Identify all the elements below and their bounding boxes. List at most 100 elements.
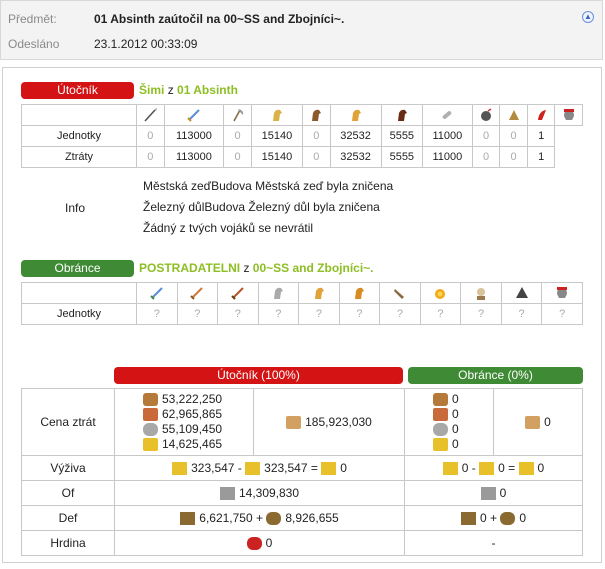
defender-food-value: 0	[537, 460, 545, 475]
unit-count: 11000	[421, 125, 473, 147]
summary-defender-header: Obránce (0%)	[408, 367, 583, 384]
defender-of: 0	[404, 480, 583, 506]
hero-icon	[246, 537, 262, 551]
collapse-icon[interactable]: ▲	[582, 11, 594, 23]
ram-icon	[443, 111, 452, 119]
iron-value: 0	[452, 422, 459, 436]
light-cavalry-icon	[312, 109, 322, 121]
message-header: Předmět: 01 Absinth zaútočil na 00~SS an…	[0, 0, 603, 60]
noble-icon	[538, 110, 547, 120]
attacker-title: Šimi z 01 Absinth	[139, 83, 238, 97]
attacker-hero-value: 0	[265, 535, 273, 550]
crop-upkeep-icon	[442, 462, 458, 476]
wood-amount: 53,222,250	[115, 392, 253, 407]
sword-icon	[190, 287, 204, 300]
iron-amount: 55,109,450	[115, 422, 253, 437]
defender-village-link[interactable]: 00~SS and Zbojníci~.	[253, 261, 374, 275]
cost-row: Cena ztrát 53,222,250 62,965,865 55,109,…	[21, 388, 583, 456]
defender-cost-total: 0	[493, 388, 583, 456]
def-label: Def	[21, 505, 115, 531]
spear-icon	[150, 287, 163, 300]
unit-count: 113000	[163, 125, 225, 147]
defender-resources: 0 0 0 0	[404, 388, 494, 456]
catapult-icon	[481, 108, 492, 121]
cost-label: Cena ztrát	[21, 388, 115, 456]
spear-icon	[144, 108, 158, 122]
defender-title: POSTRADATELNI z 00~SS and Zbojníci~.	[139, 261, 374, 275]
attacker-village-link[interactable]: 01 Absinth	[177, 83, 238, 97]
attacker-def-value: 8,926,655	[285, 510, 339, 525]
attack-icon	[219, 487, 235, 501]
attacker-badge: Útočník	[21, 82, 134, 99]
unit-count: 5555	[380, 125, 423, 147]
defender-units-row: Jednotky ? ? ? ? ? ? ? ? ? ? ?	[21, 303, 583, 325]
unit-loss: 113000	[163, 146, 225, 168]
unit-count: 0	[301, 125, 331, 147]
defender-def: 0 + 0	[404, 505, 583, 531]
attacker-player-link[interactable]: Šimi	[139, 83, 164, 97]
food-row: Výživa 323,547 - 323,547 = 0 0 - 0 = 0	[21, 455, 583, 481]
unit-count: 0	[223, 125, 252, 147]
row-label: Jednotky	[21, 303, 137, 325]
crop-amount: 14,625,465	[115, 437, 253, 452]
scout-icon	[272, 109, 282, 121]
wood-icon	[433, 393, 448, 407]
info-line: Železný důlBudova Železný důl byla zniče…	[143, 200, 380, 214]
defender-food: 0 - 0 = 0	[404, 455, 583, 481]
unit-loss: 11000	[421, 146, 473, 168]
defender-hero: -	[404, 530, 583, 556]
defender-badge: Obránce	[21, 260, 134, 277]
light-cavalry-icon	[314, 287, 324, 299]
attacker-total-value: 185,923,030	[305, 414, 372, 429]
subject-value: 01 Absinth zaútočil na 00~SS and Zbojníc…	[94, 12, 345, 26]
attacker-hero: 0	[114, 530, 405, 556]
summary-attacker-header: Útočník (100%)	[114, 367, 403, 384]
ram-icon	[393, 289, 404, 299]
noble-icon	[515, 287, 528, 298]
def-row: Def 6,621,750 + 8,926,655 0 + 0	[21, 505, 583, 531]
unit-count: ?	[176, 303, 219, 325]
sent-value: 23.1.2012 00:33:09	[94, 37, 198, 51]
sent-label: Odesláno	[8, 37, 60, 51]
scout-icon	[274, 287, 284, 299]
crop-upkeep-icon	[518, 462, 534, 476]
hero-label: Hrdina	[21, 530, 115, 556]
crop-icon	[143, 438, 158, 452]
defender-food-value: 0 =	[498, 460, 519, 475]
clay-icon	[433, 408, 448, 422]
axe-icon	[232, 109, 243, 122]
clay-icon	[143, 408, 158, 422]
catapult-icon	[435, 289, 446, 299]
unit-count: 0	[136, 125, 165, 147]
crop-icon	[433, 438, 448, 452]
defender-player-link[interactable]: POSTRADATELNI	[139, 261, 240, 275]
clay-amount: 62,965,865	[115, 407, 253, 422]
clay-value: 62,965,865	[162, 407, 223, 421]
row-label: Jednotky	[21, 125, 137, 147]
attacker-def-value: 6,621,750 +	[199, 510, 267, 525]
attacker-food: 323,547 - 323,547 = 0	[114, 455, 405, 481]
infantry-defense-icon	[180, 512, 196, 526]
info-line: Městská zeďBudova Městská zeď byla zniče…	[143, 179, 394, 193]
unit-count: 1	[526, 125, 556, 147]
paladin-icon	[477, 288, 486, 300]
wood-value: 53,222,250	[162, 392, 223, 406]
summary-table: Cena ztrát 53,222,250 62,965,865 55,109,…	[21, 388, 583, 556]
crop-upkeep-icon	[321, 462, 337, 476]
of-row: Of 14,309,830 0	[21, 480, 583, 506]
unit-loss: 0	[471, 146, 501, 168]
attacker-cost-total: 185,923,030	[253, 388, 405, 456]
battle-report: Útočník Šimi z 01 Absinth Jednotky 0 113…	[2, 67, 602, 563]
unit-loss: 0	[499, 146, 528, 168]
attacker-food-value: 323,547 =	[264, 460, 322, 475]
unit-count: ?	[541, 303, 583, 325]
paladin-icon	[508, 110, 519, 120]
unit-count: 0	[499, 125, 528, 147]
iron-value: 55,109,450	[162, 422, 223, 436]
cavalry-defense-icon	[266, 512, 282, 526]
unit-count: 0	[471, 125, 501, 147]
defender-z: z	[243, 261, 250, 275]
attacker-of-value: 14,309,830	[238, 485, 300, 500]
attacker-losses-row: Ztráty 0 113000 0 15140 0 32532 5555 110…	[21, 146, 583, 168]
defender-units-table: Jednotky ? ? ? ? ? ? ? ? ? ? ?	[21, 282, 583, 325]
